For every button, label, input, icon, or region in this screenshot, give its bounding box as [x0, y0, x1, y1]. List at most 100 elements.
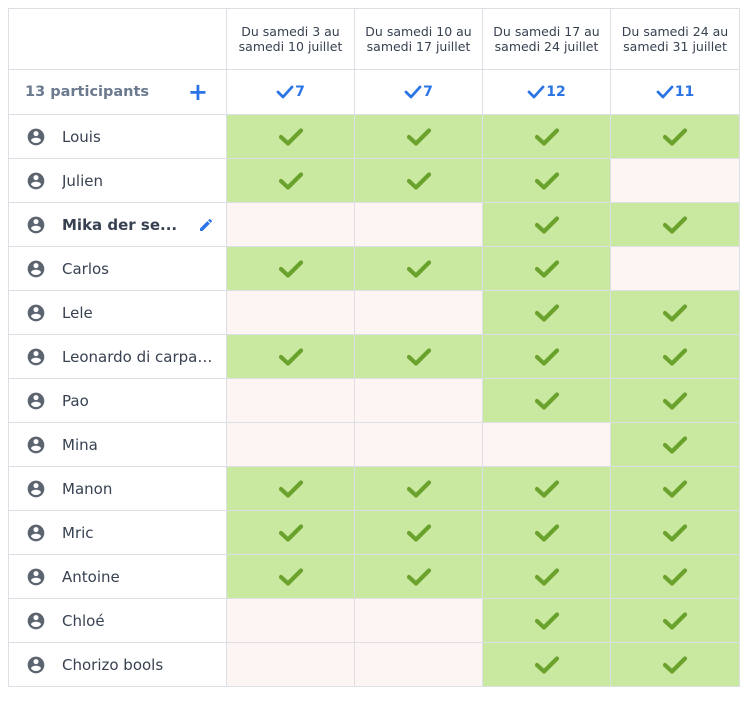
vote-yes-cell [611, 379, 740, 423]
column-header: Du samedi 24 au samedi 31 juillet [611, 9, 740, 70]
check-icon [406, 523, 431, 542]
check-icon [662, 435, 688, 454]
vote-no-cell [227, 599, 355, 643]
participant-row: Lele [9, 291, 740, 335]
check-icon [662, 523, 688, 542]
vote-no-cell [355, 291, 483, 335]
check-icon [278, 523, 303, 542]
participant-cell: Carlos [9, 247, 227, 291]
participant-cell: Antoine [9, 555, 227, 599]
vote-yes-cell [355, 115, 483, 159]
check-icon [278, 479, 303, 498]
participant-name: Julien [62, 171, 104, 190]
vote-no-cell [227, 379, 355, 423]
check-icon [534, 655, 559, 674]
check-icon [662, 611, 688, 630]
vote-yes-cell [611, 555, 740, 599]
check-icon [534, 259, 559, 278]
vote-yes-cell [227, 247, 355, 291]
participant-name: Mina [62, 435, 98, 454]
participant-cell: Manon [9, 467, 227, 511]
column-label: Du samedi 3 au samedi 10 juillet [238, 24, 343, 54]
check-icon [278, 567, 303, 586]
check-icon [662, 479, 688, 498]
check-icon [534, 567, 559, 586]
user-icon [27, 216, 45, 233]
user-icon [27, 128, 45, 145]
vote-yes-cell [483, 643, 611, 687]
column-label: Du samedi 24 au samedi 31 juillet [621, 24, 729, 54]
check-icon [662, 127, 688, 146]
participant-rows: Louis Julien Mika der se... Carlos Lele Leona… [9, 115, 740, 687]
check-icon [406, 567, 431, 586]
participant-row: Pao [9, 379, 740, 423]
vote-no-cell [483, 423, 611, 467]
check-icon [534, 611, 559, 630]
vote-yes-cell [227, 159, 355, 203]
participant-name: Chorizo bools [62, 655, 164, 674]
participant-cell: Mika der se... [9, 203, 227, 247]
check-icon [278, 171, 303, 190]
user-icon [27, 392, 45, 409]
user-icon [27, 612, 45, 629]
column-header: Du samedi 3 au samedi 10 juillet [227, 9, 355, 70]
participants-count: 13 participants [25, 84, 150, 100]
poll-grid: Du samedi 3 au samedi 10 juillet Du same… [8, 8, 740, 687]
vote-no-cell [355, 379, 483, 423]
participant-cell: Chloé [9, 599, 227, 643]
participant-name: Chloé [62, 611, 105, 630]
user-icon [27, 656, 45, 673]
participant-row: Louis [9, 115, 740, 159]
vote-no-cell [355, 599, 483, 643]
participant-row: Carlos [9, 247, 740, 291]
total-count: 11 [674, 84, 695, 100]
participant-row: Mric [9, 511, 740, 555]
check-icon [276, 85, 294, 99]
participant-name: Leonardo di carpac... [62, 347, 214, 366]
check-icon [534, 127, 559, 146]
vote-yes-cell [611, 115, 740, 159]
user-icon [27, 568, 45, 585]
user-icon [27, 480, 45, 497]
header-corner [9, 9, 227, 70]
participant-cell: Chorizo bools [9, 643, 227, 687]
total-count: 7 [423, 84, 433, 100]
vote-yes-cell [483, 115, 611, 159]
check-icon [278, 259, 303, 278]
edit-icon[interactable] [198, 217, 214, 233]
user-icon [27, 260, 45, 277]
plus-icon[interactable]: + [188, 80, 208, 104]
column-header: Du samedi 17 au samedi 24 juillet [483, 9, 611, 70]
column-total: 11 [611, 70, 740, 115]
check-icon [406, 479, 431, 498]
vote-yes-cell [355, 467, 483, 511]
header-row: Du samedi 3 au samedi 10 juillet Du same… [9, 9, 740, 70]
check-icon [662, 655, 688, 674]
vote-yes-cell [227, 511, 355, 555]
participant-name: Louis [62, 127, 101, 146]
participant-name: Pao [62, 391, 89, 410]
check-icon [662, 347, 688, 366]
vote-yes-cell [483, 467, 611, 511]
user-icon [27, 304, 45, 321]
check-icon [406, 127, 431, 146]
total-count: 12 [546, 84, 566, 100]
vote-yes-cell [611, 599, 740, 643]
vote-yes-cell [483, 203, 611, 247]
user-icon [27, 348, 45, 365]
vote-yes-cell [483, 555, 611, 599]
participant-cell: Julien [9, 159, 227, 203]
check-icon [534, 479, 559, 498]
vote-yes-cell [611, 203, 740, 247]
vote-no-cell [227, 423, 355, 467]
vote-yes-cell [355, 555, 483, 599]
check-icon [662, 567, 688, 586]
participant-row: Julien [9, 159, 740, 203]
participant-row: Leonardo di carpac... [9, 335, 740, 379]
participant-row: Manon [9, 467, 740, 511]
vote-yes-cell [355, 335, 483, 379]
participant-row: Antoine [9, 555, 740, 599]
participant-name: Lele [62, 303, 93, 322]
check-icon [656, 85, 674, 99]
summary-row: 13 participants + 7 7 12 11 [9, 70, 740, 115]
